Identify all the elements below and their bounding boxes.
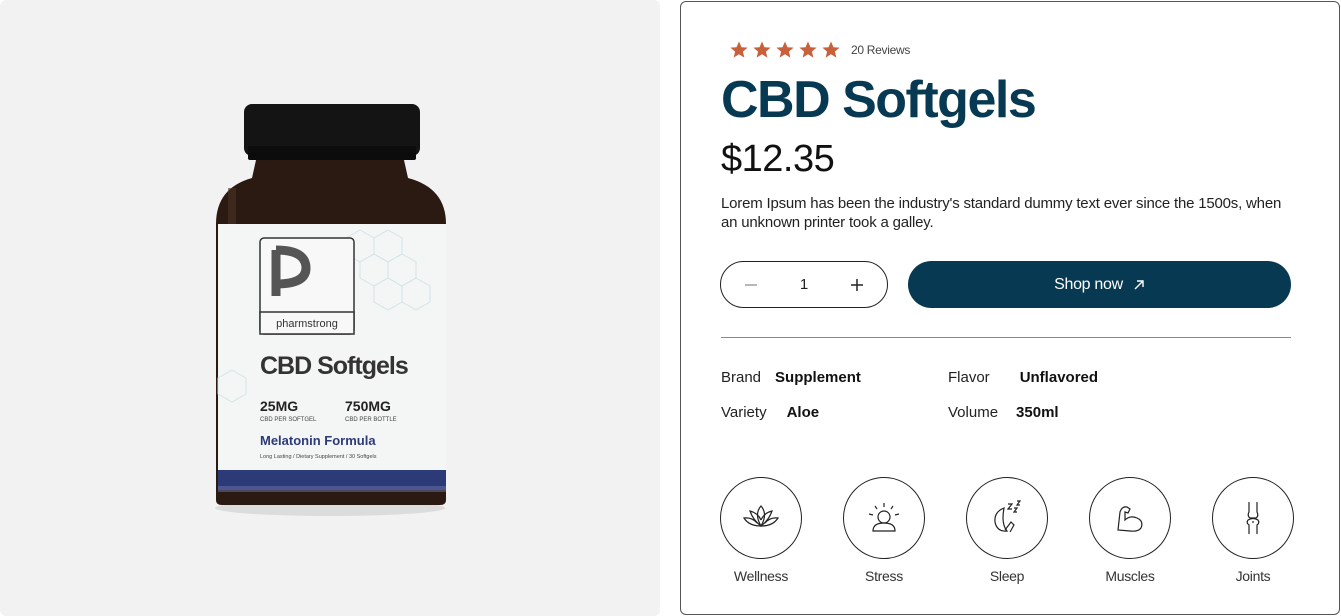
product-image-panel: pharmstrong CBD Softgels 25MG CBD PER SO… [0,0,660,616]
quantity-stepper: 1 [720,261,888,308]
spec-brand: Brand Supplement [721,369,861,386]
arrow-up-right-icon [1134,279,1144,289]
bottle-formula: Melatonin Formula [260,433,376,448]
sleep-icon [994,500,1022,533]
spec-variety: Variety Aloe [721,404,819,421]
increment-button[interactable] [849,277,865,293]
bottle-footer: Long Lasting / Dietary Supplement / 30 S… [260,454,377,460]
bottle-dose-left: 25MG [260,398,298,414]
shop-now-label: Shop now [1054,275,1123,293]
star-icon [799,41,817,58]
spec-flavor: Flavor Unflavored [948,369,1098,386]
bottle-dose-right: 750MG [345,398,391,414]
star-icon [730,41,748,58]
spec-value: 350ml [1016,404,1059,421]
shop-now-button[interactable]: Shop now [908,261,1291,308]
divider [721,337,1291,338]
product-info-panel: 20 Reviews CBD Softgels $12.35 Lorem Ips… [680,1,1340,615]
benefit-stress[interactable]: Stress [843,477,925,584]
bottle-title-text: CBD Softgels [260,352,408,380]
product-title: CBD Softgels [721,71,1037,129]
benefit-circle [966,477,1048,559]
benefit-circle [843,477,925,559]
benefit-label: Stress [865,568,903,584]
benefit-sleep[interactable]: Sleep [966,477,1048,584]
benefit-label: Muscles [1105,568,1155,584]
spec-volume: Volume 350ml [948,404,1059,421]
benefit-circle [1089,477,1171,559]
product-description: Lorem Ipsum has been the industry's stan… [721,195,1282,231]
benefit-joints[interactable]: Joints [1212,477,1294,584]
spec-value: Unflavored [1019,369,1099,386]
bottle-dose-right-caption: CBD PER BOTTLE [345,417,397,423]
spec-label: Brand [721,369,762,386]
benefit-wellness[interactable]: Wellness [720,477,802,584]
stress-icon [868,503,900,532]
star-icon [776,41,794,58]
muscle-icon [1117,506,1143,532]
rating-stars [729,40,841,60]
spec-label: Volume [948,404,999,421]
benefit-muscles[interactable]: Muscles [1089,477,1171,584]
benefit-label: Sleep [989,568,1025,584]
benefit-circle [1212,477,1294,559]
minus-icon [745,283,757,286]
bottle-dose-left-caption: CBD PER SOFTGEL [260,417,317,423]
product-bottle-image: pharmstrong CBD Softgels 25MG CBD PER SO… [215,104,446,516]
star-icon [753,41,771,58]
product-price: $12.35 [721,138,835,180]
rating: 20 Reviews [729,40,910,60]
benefit-label: Joints [1235,568,1271,584]
quantity-value[interactable]: 1 [800,276,808,293]
spec-value: Aloe [786,404,820,421]
spec-value: Supplement [775,369,861,386]
review-count[interactable]: 20 Reviews [851,43,910,57]
star-icon [822,41,840,58]
plus-icon [851,278,863,291]
benefit-circle [720,477,802,559]
joint-icon [1246,502,1260,534]
bottle-brand-text: pharmstrong [276,318,338,330]
spec-label: Flavor [948,369,990,386]
spec-label: Variety [721,404,767,421]
decrement-button[interactable] [743,277,759,293]
benefit-label: Wellness [733,568,789,584]
lotus-icon [742,505,780,528]
